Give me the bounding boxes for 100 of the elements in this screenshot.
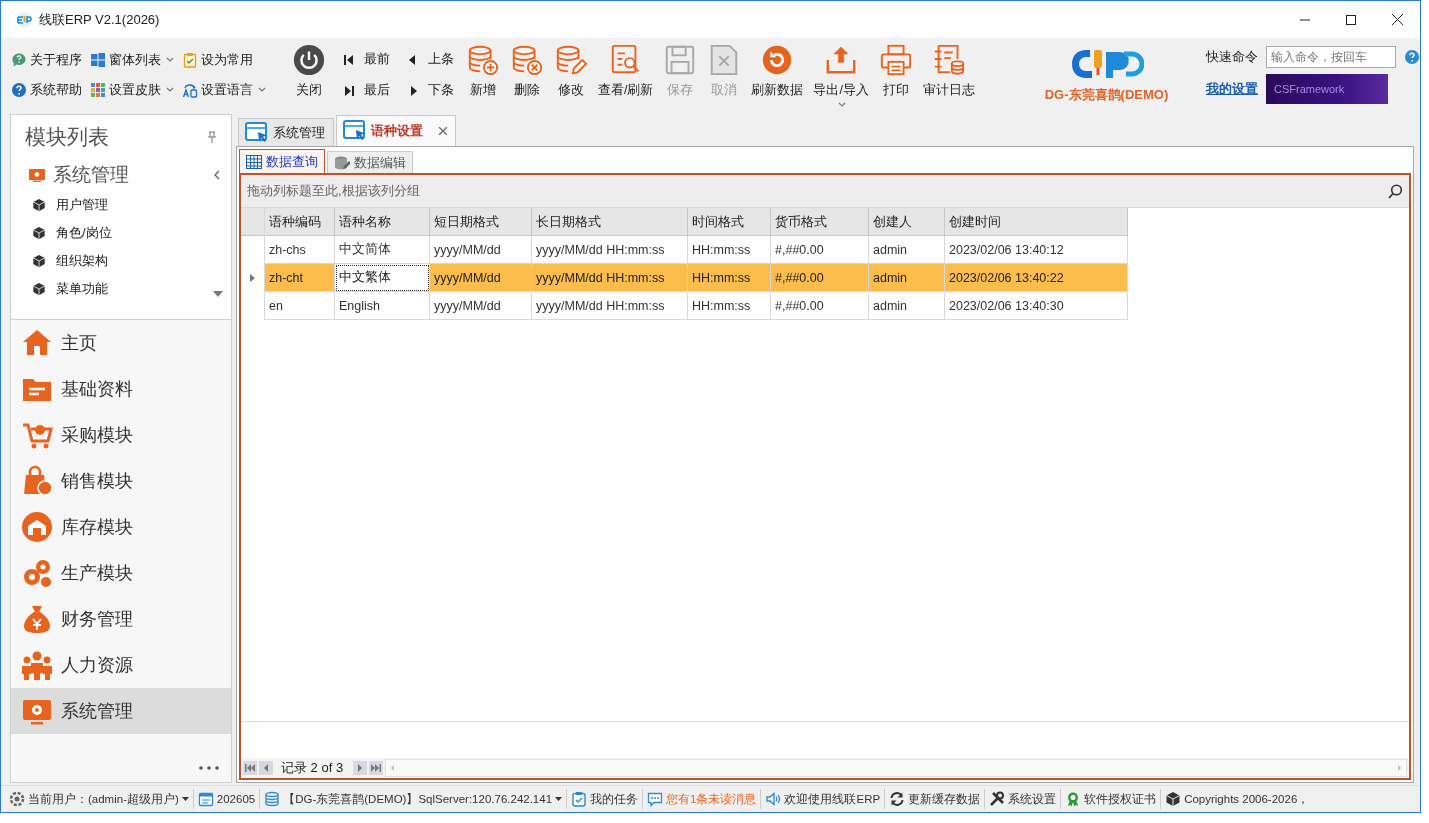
toolbar-button[interactable]: 系统帮助 bbox=[11, 81, 82, 99]
previous-page-button[interactable] bbox=[259, 761, 273, 775]
cube-icon bbox=[32, 198, 46, 212]
table-cell: admin bbox=[869, 264, 945, 292]
view-tab[interactable]: 数据编辑 bbox=[327, 151, 413, 173]
database-edit-icon bbox=[334, 155, 350, 170]
pin-icon[interactable] bbox=[207, 131, 217, 143]
record-nav-button[interactable]: 下条 bbox=[406, 82, 454, 99]
column-header[interactable]: 长日期格式 bbox=[532, 208, 688, 236]
tree-item[interactable]: 菜单功能 bbox=[11, 275, 231, 303]
column-header[interactable]: 时间格式 bbox=[688, 208, 771, 236]
status-item[interactable]: 【DG-东莞喜鹊(DEMO)】SqlServer:120.76.242.141 bbox=[260, 789, 568, 809]
first-page-button[interactable] bbox=[243, 761, 257, 775]
printer-icon bbox=[878, 42, 913, 77]
tree-item[interactable]: 用户管理 bbox=[11, 191, 231, 219]
table-cell: 中文繁体 bbox=[335, 264, 430, 292]
toolbar-button[interactable]: 窗体列表 bbox=[90, 51, 174, 69]
close-icon[interactable] bbox=[439, 127, 447, 135]
help-icon[interactable] bbox=[1404, 49, 1420, 65]
chat-icon bbox=[647, 791, 664, 807]
table-cell: 2023/02/06 13:40:30 bbox=[945, 292, 1128, 320]
module-item[interactable]: 销售模块 bbox=[11, 458, 231, 504]
toolbar-button[interactable]: 关于程序 bbox=[11, 51, 82, 69]
dropdown-caret-icon bbox=[838, 101, 847, 108]
record-nav-button[interactable]: 上条 bbox=[406, 51, 454, 68]
language-icon bbox=[182, 82, 198, 98]
toolbar-button[interactable]: 刷新数据 bbox=[747, 42, 808, 108]
toolbar-button[interactable]: 新增 bbox=[462, 42, 504, 108]
module-item[interactable]: 基础资料 bbox=[11, 366, 231, 412]
cube-icon bbox=[32, 226, 46, 240]
scroll-down-icon[interactable] bbox=[213, 291, 223, 297]
maximize-icon bbox=[1346, 14, 1356, 25]
column-header[interactable]: 短日期格式 bbox=[430, 208, 532, 236]
toolbar-button[interactable]: 设置皮肤 bbox=[90, 81, 174, 99]
status-item[interactable]: 我的任务 bbox=[567, 789, 644, 809]
table-cell: zh-cht bbox=[265, 264, 335, 292]
caret-icon bbox=[166, 57, 174, 63]
record-nav-button[interactable]: 最后 bbox=[342, 82, 390, 99]
column-header[interactable]: 创建人 bbox=[869, 208, 945, 236]
tree-item[interactable]: 组织架构 bbox=[11, 247, 231, 275]
module-item[interactable]: 采购模块 bbox=[11, 412, 231, 458]
toolbar-button[interactable]: 设置语言 bbox=[182, 81, 266, 99]
module-item[interactable]: 人力资源 bbox=[11, 642, 231, 688]
table-icon bbox=[246, 154, 262, 169]
table-cell: yyyy/MM/dd bbox=[430, 292, 532, 320]
status-item[interactable]: 软件授权证书 bbox=[1061, 789, 1162, 809]
document-tab[interactable]: 语种设置 bbox=[336, 115, 456, 146]
table-cell: yyyy/MM/dd bbox=[430, 236, 532, 264]
toolbar-button[interactable]: 修改 bbox=[550, 42, 592, 108]
tree-item[interactable]: 角色/岗位 bbox=[11, 219, 231, 247]
toolbar-button[interactable]: 导出/导入 bbox=[809, 42, 873, 108]
palette-grid-icon bbox=[90, 82, 106, 98]
module-item[interactable]: 财务管理 bbox=[11, 596, 231, 642]
command-input[interactable]: 输入命令，按回车 bbox=[1266, 46, 1396, 68]
toolbar-button[interactable]: 审计日志 bbox=[918, 42, 979, 108]
toolbar-button[interactable]: 查看/刷新 bbox=[594, 42, 658, 108]
last-page-button[interactable] bbox=[369, 761, 384, 775]
toolbar-button[interactable]: 设为常用 bbox=[182, 51, 266, 69]
close-module-button[interactable]: 关闭 bbox=[290, 42, 328, 108]
search-icon[interactable] bbox=[1388, 183, 1403, 199]
table-cell: en bbox=[265, 292, 335, 320]
calendar-icon bbox=[197, 791, 214, 807]
status-item[interactable]: 系统设置 bbox=[985, 789, 1062, 809]
document-tab[interactable]: 系统管理 bbox=[238, 118, 334, 146]
column-header[interactable]: 创建时间 bbox=[945, 208, 1128, 236]
status-item[interactable]: 更新缓存数据 bbox=[885, 789, 986, 809]
horizontal-scrollbar[interactable] bbox=[385, 759, 1407, 777]
status-item[interactable]: 欢迎使用线联ERP bbox=[761, 789, 886, 809]
last-record-icon bbox=[342, 83, 356, 98]
table-cell: admin bbox=[869, 236, 945, 264]
column-header[interactable]: 语种名称 bbox=[335, 208, 430, 236]
table-cell: 2023/02/06 13:40:22 bbox=[945, 264, 1128, 292]
next-icon bbox=[357, 764, 364, 772]
module-item[interactable]: 系统管理 bbox=[11, 688, 231, 734]
toolbar-button[interactable]: 打印 bbox=[874, 42, 917, 108]
table-cell: English bbox=[335, 292, 430, 320]
speaker-icon bbox=[765, 791, 782, 807]
window-title: 线联ERP V2.1(2026) bbox=[39, 10, 161, 29]
module-item[interactable]: 主页 bbox=[11, 320, 231, 366]
user-gear-icon bbox=[9, 791, 25, 807]
module-item[interactable]: 生产模块 bbox=[11, 550, 231, 596]
column-header[interactable]: 语种编码 bbox=[265, 208, 335, 236]
table-cell: yyyy/MM/dd bbox=[430, 264, 532, 292]
close-icon bbox=[1391, 14, 1403, 25]
window-cursor-icon bbox=[343, 120, 367, 142]
column-header[interactable]: 货币格式 bbox=[771, 208, 869, 236]
status-item[interactable]: 当前用户：(admin-超级用户) bbox=[5, 789, 194, 809]
module-item[interactable]: 库存模块 bbox=[11, 504, 231, 550]
view-tab[interactable]: 数据查询 bbox=[239, 149, 325, 173]
record-nav-button[interactable]: 最前 bbox=[342, 51, 390, 68]
ad-banner[interactable]: CSFramework bbox=[1266, 74, 1388, 104]
status-item[interactable]: Copyrights 2006-2026， bbox=[1161, 789, 1314, 809]
settings-link[interactable]: 我的设置 bbox=[1206, 80, 1258, 98]
next-page-button[interactable] bbox=[353, 761, 368, 775]
toolbar-button[interactable]: 删除 bbox=[506, 42, 548, 108]
status-item[interactable]: 202605 bbox=[193, 789, 261, 809]
sidebar-group-header[interactable]: 系统管理 bbox=[11, 159, 231, 191]
table-cell: #,##0.00 bbox=[771, 264, 869, 292]
more-icon[interactable] bbox=[199, 766, 219, 770]
table-cell: HH:mm:ss bbox=[688, 236, 771, 264]
